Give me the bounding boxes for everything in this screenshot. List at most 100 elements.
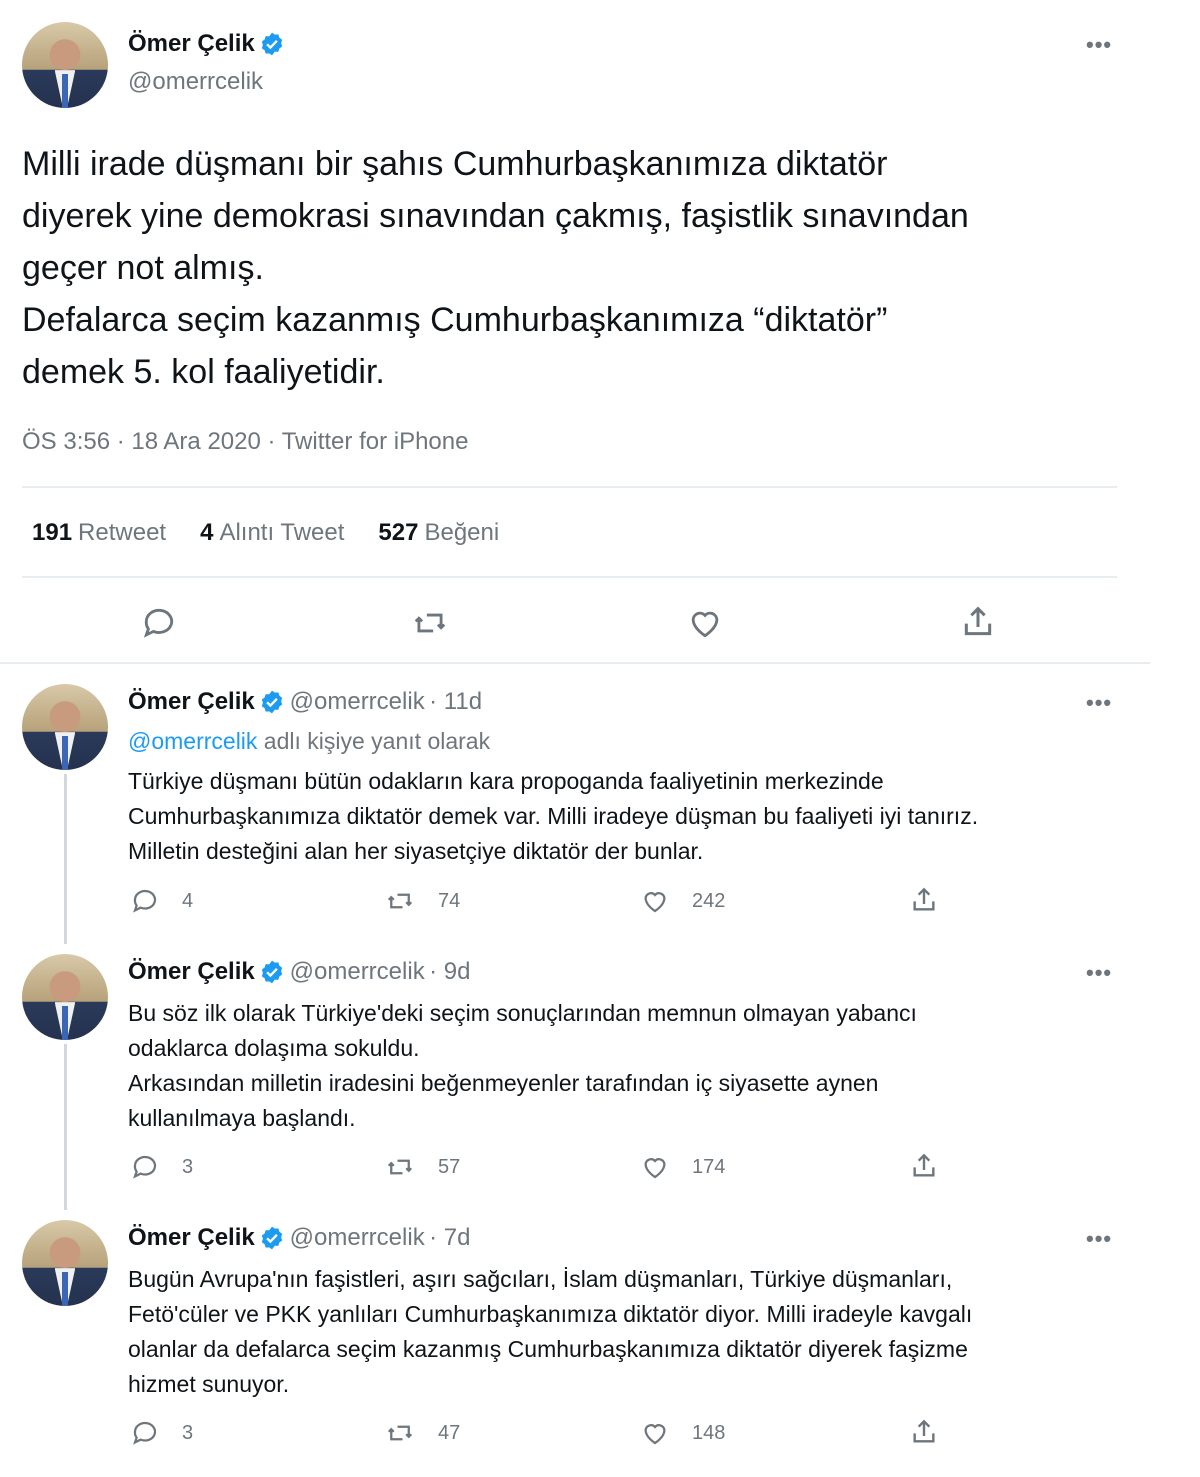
like-count: 148 [692,1421,726,1444]
quote-stat[interactable]: 4 Alıntı Tweet [200,519,344,547]
like-stat[interactable]: 527 Beğeni [378,519,499,547]
thread-line [64,774,67,944]
more-options-icon[interactable]: ••• [1086,32,1112,58]
like-button[interactable]: 148 [640,1418,725,1448]
reply-text-line: Fetö'cüler ve PKK yanlıları Cumhurbaşkan… [128,1301,973,1327]
reply-author-handle[interactable]: @omerrcelik [290,958,425,985]
share-button[interactable] [958,602,998,647]
share-icon [913,1419,935,1443]
retweet-count: 47 [438,1421,461,1444]
reply-age[interactable]: · 9d [429,958,470,985]
share-icon [964,606,992,636]
retweet-count: 191 [32,519,73,546]
retweet-button[interactable]: 47 [384,1418,460,1448]
tweet-text-line: Defalarca seçim kazanmış Cumhurbaşkanımı… [22,301,888,339]
reply-button[interactable]: 4 [130,886,193,916]
more-options-icon[interactable]: ••• [1086,690,1112,716]
reply-icon [133,1421,157,1445]
reply-age[interactable]: · 7d [429,1224,470,1251]
verified-icon [259,31,285,62]
reply-text-line: Bu söz ilk olarak Türkiye'deki seçim son… [128,1000,917,1026]
heart-icon [644,1424,666,1445]
reply-text-line: odaklarca dolaşıma sokuldu. [128,1035,420,1061]
verified-badge-graphic [262,690,283,714]
retweet-icon [387,1425,413,1441]
retweet-label: Retweet [78,519,167,546]
reply-text: Bu söz ilk olarak Türkiye'deki seçim son… [128,996,1138,1136]
reply-text-line: olanlar da defalarca seçim kazanmış Cumh… [128,1336,968,1362]
like-count: 242 [692,889,726,912]
like-button[interactable]: 174 [640,1152,725,1182]
like-button[interactable]: 242 [640,886,725,916]
reply-icon [143,608,174,638]
reply-author-name[interactable]: Ömer Çelik [128,1224,255,1251]
reply-age[interactable]: · 11d [429,688,482,715]
quote-label: Alıntı Tweet [219,519,345,546]
divider [22,576,1117,578]
reply-author-name[interactable]: Ömer Çelik [128,958,255,985]
retweet-icon [387,1159,413,1175]
reply-count: 4 [182,889,194,912]
retweet-button[interactable]: 57 [384,1152,460,1182]
heart-icon [691,611,719,638]
reply-count: 3 [182,1155,194,1178]
retweet-button[interactable]: 74 [384,886,460,916]
reply-text-line: Cumhurbaşkanımıza diktatör demek var. Mi… [128,803,979,829]
thread-line [64,1044,67,1210]
verified-icon [259,959,285,990]
reply-avatar[interactable] [22,684,108,770]
reply-header: Ömer Çelik @omerrcelik · 11d [128,688,482,720]
reply-context: @omerrcelik adlı kişiye yanıt olarak [128,728,490,755]
like-count: 527 [378,519,419,546]
tweet-text-line: Milli irade düşmanı bir şahıs Cumhurbaşk… [22,145,888,183]
reply-author-name[interactable]: Ömer Çelik [128,688,255,715]
reply-header: Ömer Çelik @omerrcelik · 9d [128,958,471,990]
reply-context-mention[interactable]: @omerrcelik [128,728,257,754]
retweet-icon [414,613,446,633]
like-label: Beğeni [424,519,500,546]
reply-header: Ömer Çelik @omerrcelik · 7d [128,1224,471,1256]
retweet-stat[interactable]: 191 Retweet [32,519,166,547]
verified-badge-graphic [262,1226,283,1250]
tweet-text: Milli irade düşmanı bir şahıs Cumhurbaşk… [22,138,1142,398]
tweet-text-line: geçer not almış. [22,249,264,287]
more-options-icon[interactable]: ••• [1086,960,1112,986]
share-icon [913,887,935,911]
reply-avatar[interactable] [22,954,108,1040]
reply-text-line: Arkasından milletin iradesini beğenmeyen… [128,1070,879,1096]
share-button[interactable] [908,884,962,916]
more-options-icon[interactable]: ••• [1086,1226,1112,1252]
retweet-icon [387,893,413,909]
reply-author-handle[interactable]: @omerrcelik [290,1224,425,1251]
verified-badge-graphic [262,32,283,56]
reply-avatar[interactable] [22,1220,108,1306]
avatar-tie [62,735,68,770]
reply-author-handle[interactable]: @omerrcelik [290,688,425,715]
verified-icon [259,689,285,720]
share-button[interactable] [908,1150,962,1182]
tweet-text-line: diyerek yine demokrasi sınavından çakmış… [22,197,969,235]
reply-context-text: adlı kişiye yanıt olarak [257,728,491,754]
reply-text-line: Milletin desteğini alan her siyasetçiye … [128,838,704,864]
author-avatar[interactable] [22,22,108,108]
retweet-count: 74 [438,889,461,912]
reply-icon [133,1155,157,1179]
heart-icon [644,892,666,913]
author-name[interactable]: Ömer Çelik [128,30,255,57]
reply-count: 3 [182,1421,194,1444]
avatar-tie [62,1005,68,1040]
tweet-text-line: demek 5. kol faaliyetidir. [22,353,385,391]
reply-button[interactable] [140,604,178,647]
verified-icon [259,1225,285,1256]
share-button[interactable] [908,1416,962,1448]
heart-icon [644,1158,666,1179]
tweet-timestamp[interactable]: ÖS 3:56 · 18 Ara 2020 · Twitter for iPho… [22,428,468,456]
reply-button[interactable]: 3 [130,1418,193,1448]
author-header: Ömer Çelik [128,30,285,62]
reply-button[interactable]: 3 [130,1152,193,1182]
retweet-button[interactable] [410,604,450,647]
tweet-stats: 191 Retweet 4 Alıntı Tweet 527 Beğeni [32,519,499,547]
like-button[interactable] [686,604,724,647]
like-count: 174 [692,1155,726,1178]
author-handle[interactable]: @omerrcelik [128,68,263,96]
